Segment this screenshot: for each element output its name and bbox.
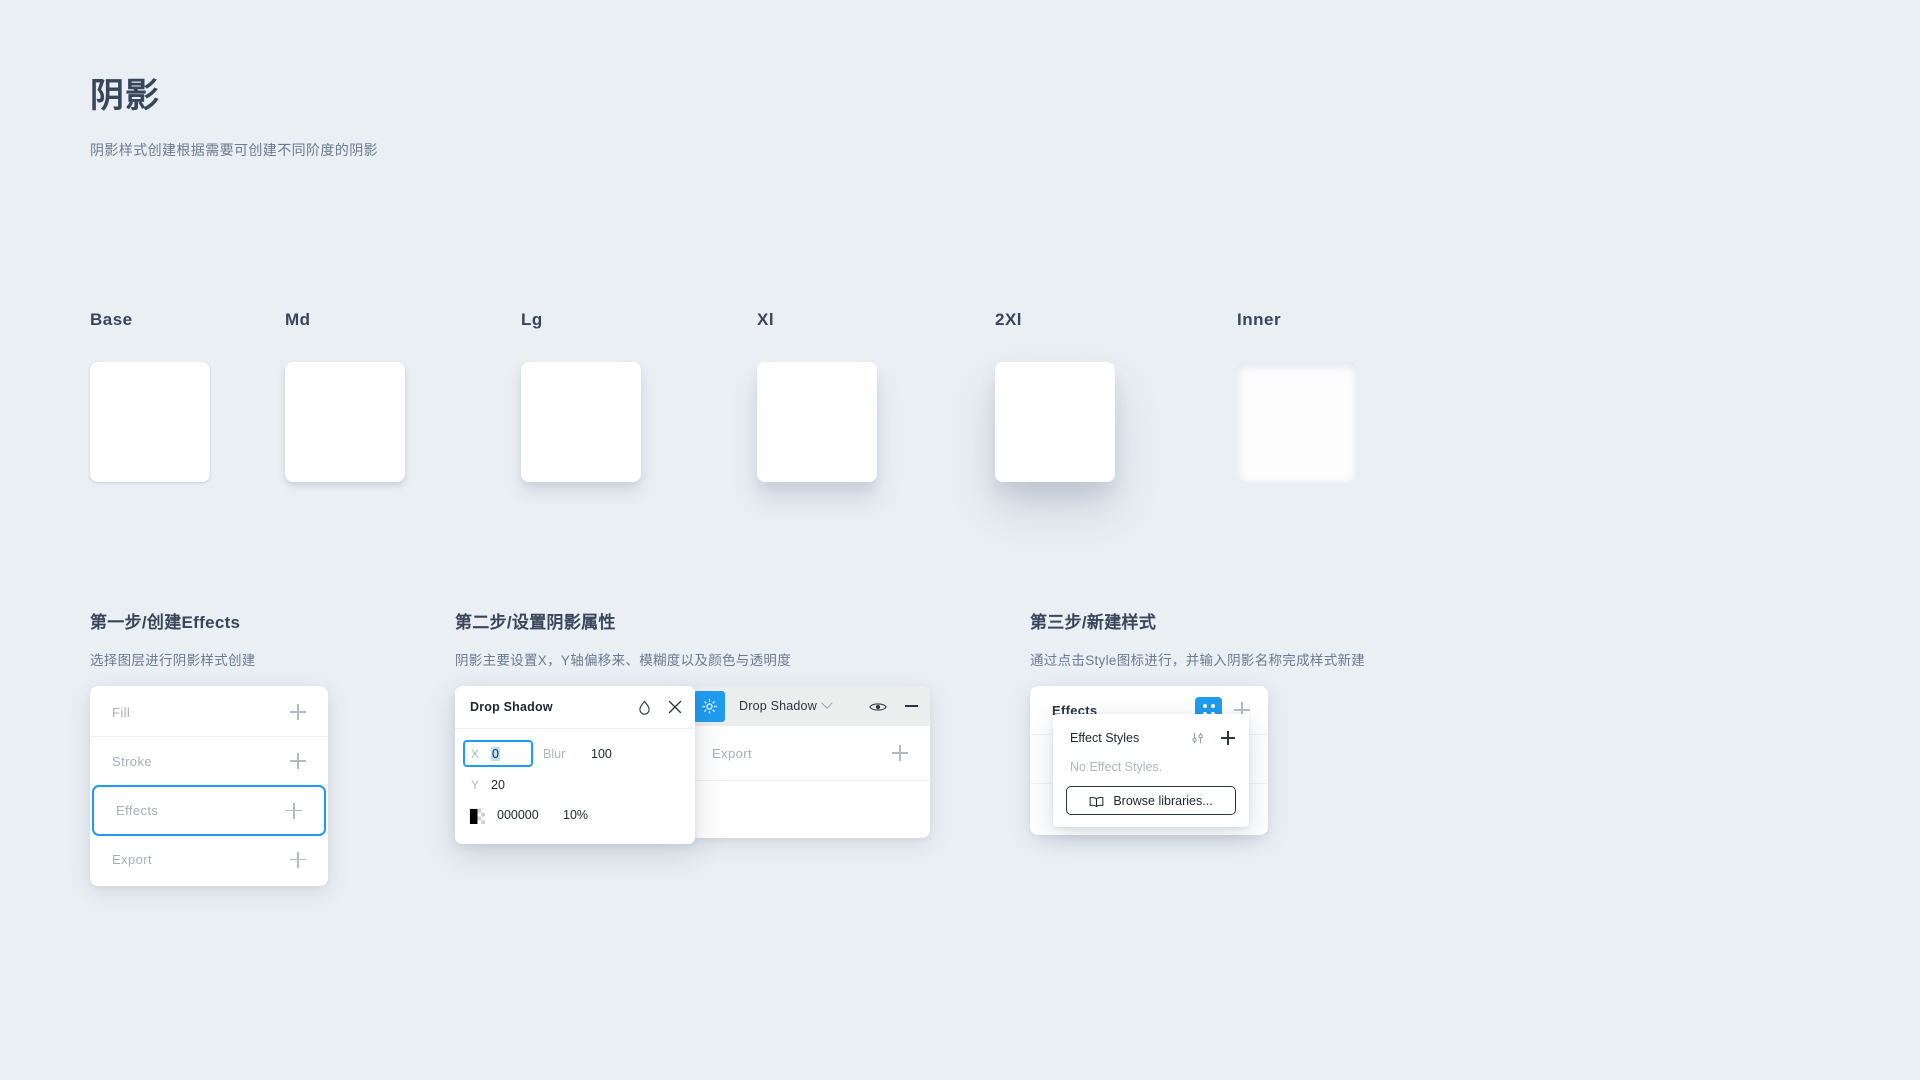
color-swatch[interactable] <box>469 807 485 824</box>
sliders-icon[interactable] <box>1191 731 1205 745</box>
browse-libraries-label: Browse libraries... <box>1113 793 1213 808</box>
droplet-icon[interactable] <box>638 700 651 715</box>
minus-icon[interactable] <box>905 705 918 707</box>
swatch-label: Md <box>285 310 311 329</box>
plus-icon[interactable] <box>290 851 306 868</box>
effect-type-icon[interactable] <box>694 690 725 722</box>
swatch-preview-box <box>1237 362 1357 482</box>
plus-icon[interactable] <box>286 802 302 819</box>
property-row-stroke[interactable]: Stroke <box>90 737 328 786</box>
step-title: 第三步/新建样式 <box>1030 613 1157 632</box>
property-label: Stroke <box>112 753 152 769</box>
field-row-y: Y 20 <box>455 769 695 800</box>
property-label: Export <box>112 852 152 867</box>
color-hex-value[interactable]: 000000 <box>497 808 563 822</box>
page-subtitle: 阴影样式创建根据需要可创建不同阶度的阴影 <box>90 142 378 158</box>
chevron-down-icon[interactable] <box>821 697 833 709</box>
swatch-label: Lg <box>521 310 543 329</box>
swatch-preview-box <box>90 362 210 482</box>
close-icon[interactable] <box>668 700 682 714</box>
browse-libraries-button[interactable]: Browse libraries... <box>1066 786 1236 815</box>
blur-value[interactable]: 100 <box>591 747 612 761</box>
export-label: Export <box>712 745 752 761</box>
page-root: 阴影 阴影样式创建根据需要可创建不同阶度的阴影 Base Md Lg Xl 2X… <box>0 0 1920 1080</box>
swatch-2xl: 2Xl <box>995 310 1235 482</box>
step-description: 阴影主要设置X，Y轴偏移来、模糊度以及颜色与透明度 <box>455 653 792 668</box>
popup-body: X 0 Blur 100 Y 20 000000 10% <box>455 729 695 844</box>
book-icon <box>1089 795 1104 807</box>
y-offset-value: 20 <box>491 777 505 792</box>
swatch-preview-box <box>285 362 405 482</box>
export-row[interactable]: Export <box>690 726 930 781</box>
plus-icon[interactable] <box>290 753 306 769</box>
dropdown-title: Effect Styles <box>1070 731 1140 745</box>
step-description: 通过点击Style图标进行，并输入阴影名称完成样式新建 <box>1030 653 1366 668</box>
swatch-lg: Lg <box>521 310 761 482</box>
swatch-inner: Inner <box>1237 310 1477 482</box>
y-offset-input[interactable]: Y 20 <box>463 771 533 798</box>
step-1-heading: 第一步/创建Effects 选择图层进行阴影样式创建 <box>90 608 256 669</box>
x-offset-input[interactable]: X 0 <box>463 740 533 767</box>
plus-icon[interactable] <box>290 704 306 720</box>
swatch-label: Xl <box>757 310 775 329</box>
field-row-x-blur: X 0 Blur 100 <box>455 738 695 769</box>
page-title: 阴影 <box>90 77 160 115</box>
shadow-swatch-row: Base Md Lg Xl 2Xl Inner <box>90 310 1490 510</box>
color-row: 000000 10% <box>455 800 695 830</box>
color-opacity-value[interactable]: 10% <box>563 808 588 822</box>
eye-icon[interactable] <box>869 700 887 712</box>
property-row-export[interactable]: Export <box>90 835 328 884</box>
x-offset-label: X <box>471 746 480 761</box>
popup-header: Drop Shadow <box>455 686 695 729</box>
swatch-label: 2Xl <box>995 310 1023 329</box>
property-row-effects[interactable]: Effects <box>92 785 326 836</box>
effect-styles-dropdown: Effect Styles No Effect Styles. Browse l… <box>1053 714 1249 827</box>
add-style-plus-icon[interactable] <box>1221 731 1235 745</box>
effect-name-label: Drop Shadow <box>739 699 817 713</box>
swatch-preview-box <box>521 362 641 482</box>
blur-label: Blur <box>543 746 566 761</box>
step-title: 第一步/创建Effects <box>90 613 241 632</box>
properties-panel: Fill Stroke Effects Export <box>90 686 328 886</box>
dropdown-header: Effect Styles <box>1053 724 1249 752</box>
swatch-label: Inner <box>1237 310 1282 329</box>
swatch-preview-box <box>757 362 877 482</box>
effects-panel: Drop Shadow Export <box>690 686 930 838</box>
swatch-xl: Xl <box>757 310 997 482</box>
property-label: Effects <box>116 803 159 818</box>
no-effect-styles-text: No Effect Styles. <box>1070 760 1163 774</box>
step-description: 选择图层进行阴影样式创建 <box>90 653 256 668</box>
swatch-preview-box <box>995 362 1115 482</box>
y-offset-label: Y <box>471 777 480 792</box>
step-3-heading: 第三步/新建样式 通过点击Style图标进行，并输入阴影名称完成样式新建 <box>1030 608 1365 669</box>
effect-row-drop-shadow[interactable]: Drop Shadow <box>690 686 930 726</box>
drop-shadow-popup: Drop Shadow X 0 Blur 100 Y 20 000000 10% <box>455 686 695 844</box>
property-label: Fill <box>112 704 131 720</box>
property-row-fill[interactable]: Fill <box>90 688 328 737</box>
step-title: 第二步/设置阴影属性 <box>455 613 616 632</box>
x-offset-value: 0 <box>491 746 500 761</box>
plus-icon[interactable] <box>892 745 908 761</box>
swatch-md: Md <box>285 310 525 482</box>
popup-title: Drop Shadow <box>470 700 553 714</box>
step-2-heading: 第二步/设置阴影属性 阴影主要设置X，Y轴偏移来、模糊度以及颜色与透明度 <box>455 608 791 669</box>
